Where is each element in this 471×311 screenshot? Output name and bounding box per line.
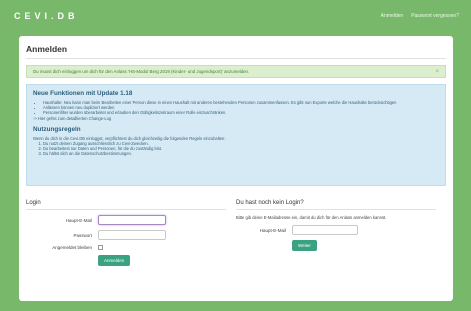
divider — [26, 58, 446, 59]
info-box: Neue Funktionen mit Update 1.18 Haushalt… — [26, 84, 446, 186]
close-icon[interactable]: × — [435, 69, 439, 75]
main-card: Anmelden Du musst dich einloggen um dich… — [19, 36, 453, 301]
rules-list: Du nutzt deinen Zugang ausschliesslich z… — [33, 141, 439, 157]
register-email-label: Haupt-E-Mail — [259, 227, 286, 233]
updates-title: Neue Funktionen mit Update 1.18 — [33, 90, 133, 97]
register-email-field[interactable] — [292, 225, 358, 235]
register-form: Du hast noch kein Login? Bitte gib deine… — [236, 200, 446, 271]
divider — [26, 209, 226, 210]
register-email-row: Haupt-E-Mail — [236, 225, 446, 235]
login-title: Login — [26, 200, 41, 206]
login-link[interactable]: Anmelden — [381, 13, 404, 19]
rule-item: Du hältst dich an die Datenschutzbestimm… — [43, 151, 439, 156]
email-row: Haupt-E-Mail — [26, 215, 236, 225]
notice-text: Du musst dich einloggen um dich für den … — [33, 69, 250, 74]
rules-title: Nutzungsregeln — [33, 125, 81, 133]
login-button[interactable]: Anmelden — [98, 255, 131, 266]
page-title: Anmelden — [26, 44, 68, 54]
password-label: Passwort — [73, 232, 92, 238]
remember-label: Angemeldet bleiben — [52, 245, 92, 250]
remember-checkbox[interactable] — [98, 245, 103, 250]
top-bar: CEVI.DB Anmelden Passwort vergessen? — [0, 0, 471, 32]
password-row: Passwort — [26, 230, 236, 240]
updates-list: Haushalte: Neu kann man beim Bearbeiten … — [33, 100, 439, 116]
continue-button[interactable]: Weiter — [292, 240, 317, 251]
register-submit-row: Weiter — [236, 240, 446, 251]
divider — [236, 209, 436, 210]
login-form: Login Haupt-E-Mail Passwort Angemeldet b… — [26, 200, 236, 271]
remember-row: Angemeldet bleiben — [26, 245, 236, 250]
app-logo[interactable]: CEVI.DB — [14, 11, 79, 21]
forms-row: Login Haupt-E-Mail Passwort Angemeldet b… — [26, 200, 446, 271]
changelog-link[interactable]: -> Hier gehts zum detaillierten Change-L… — [33, 116, 439, 121]
email-label: Haupt-E-Mail — [65, 217, 92, 223]
password-field[interactable] — [98, 230, 166, 240]
register-title: Du hast noch kein Login? — [236, 200, 304, 206]
top-nav: Anmelden Passwort vergessen? — [381, 13, 459, 19]
email-field[interactable] — [98, 215, 166, 225]
submit-row: Anmelden — [26, 255, 236, 266]
forgot-password-link[interactable]: Passwort vergessen? — [411, 13, 459, 19]
register-text: Bitte gib deine E-Mailadresse ein, damit… — [236, 215, 387, 220]
login-required-notice: Du musst dich einloggen um dich für den … — [26, 65, 446, 78]
